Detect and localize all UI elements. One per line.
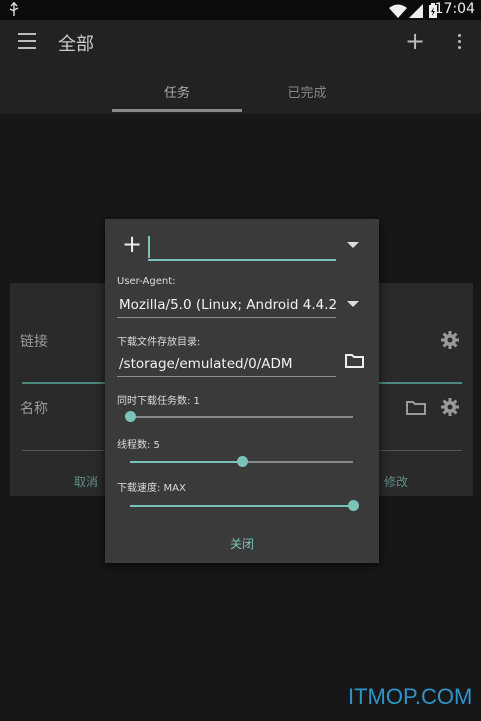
name-label: 名称 xyxy=(20,401,48,417)
modify-button[interactable]: 修改 xyxy=(384,473,408,490)
usb-debug-icon xyxy=(8,2,20,19)
url-input-underline xyxy=(148,259,336,261)
toolbar-title: 全部 xyxy=(58,34,94,55)
url-input-cursor xyxy=(148,236,150,258)
close-button[interactable]: 关闭 xyxy=(105,535,379,552)
download-speed-label: 下载速度: MAX xyxy=(117,483,186,494)
threads-label: 线程数: 5 xyxy=(117,440,160,451)
link-settings-gear-icon[interactable] xyxy=(440,330,460,350)
app-screen: 17:04 全部 + 任务 已完成 链接 名称 取消 修改 + User-Age… xyxy=(0,0,481,721)
hamburger-menu-icon[interactable] xyxy=(18,33,36,49)
threads-slider-thumb[interactable] xyxy=(236,456,248,467)
tab-completed[interactable]: 已完成 xyxy=(242,82,372,101)
url-dropdown-caret-icon[interactable] xyxy=(347,242,359,248)
user-agent-select[interactable]: Mozilla/5.0 (Linux; Android 4.4.2; xyxy=(119,297,338,313)
choose-folder-icon[interactable] xyxy=(345,353,364,368)
folder-icon[interactable] xyxy=(406,399,426,415)
name-settings-gear-icon[interactable] xyxy=(440,397,460,417)
user-agent-label: User-Agent: xyxy=(117,276,176,287)
download-settings-dialog: + User-Agent: Mozilla/5.0 (Linux; Androi… xyxy=(105,219,379,563)
user-agent-underline xyxy=(117,317,336,318)
user-agent-dropdown-caret-icon[interactable] xyxy=(347,301,359,307)
cancel-button[interactable]: 取消 xyxy=(74,473,98,490)
app-toolbar: 全部 + xyxy=(0,20,481,66)
plus-icon[interactable]: + xyxy=(122,231,142,257)
watermark-text: ITMOP.COM xyxy=(348,684,473,709)
download-speed-slider[interactable] xyxy=(130,499,359,513)
concurrent-tasks-label: 同时下载任务数: 1 xyxy=(117,396,200,407)
tab-bar: 任务 已完成 xyxy=(0,66,481,114)
download-dir-input[interactable]: /storage/emulated/0/ADM xyxy=(119,356,293,372)
download-dir-label: 下载文件存放目录: xyxy=(117,337,201,348)
download-speed-slider-thumb[interactable] xyxy=(348,500,359,511)
status-time: 17:04 xyxy=(434,1,475,17)
concurrent-tasks-slider[interactable] xyxy=(125,410,353,424)
add-download-icon[interactable]: + xyxy=(405,26,425,56)
threads-slider[interactable] xyxy=(130,455,353,469)
concurrent-tasks-slider-thumb[interactable] xyxy=(125,411,136,422)
link-label: 链接 xyxy=(20,334,48,350)
tab-tasks[interactable]: 任务 xyxy=(112,82,242,101)
status-bar: 17:04 xyxy=(0,0,481,20)
download-dir-underline xyxy=(117,376,336,377)
overflow-menu-icon[interactable] xyxy=(452,34,466,52)
active-tab-indicator xyxy=(112,109,242,112)
